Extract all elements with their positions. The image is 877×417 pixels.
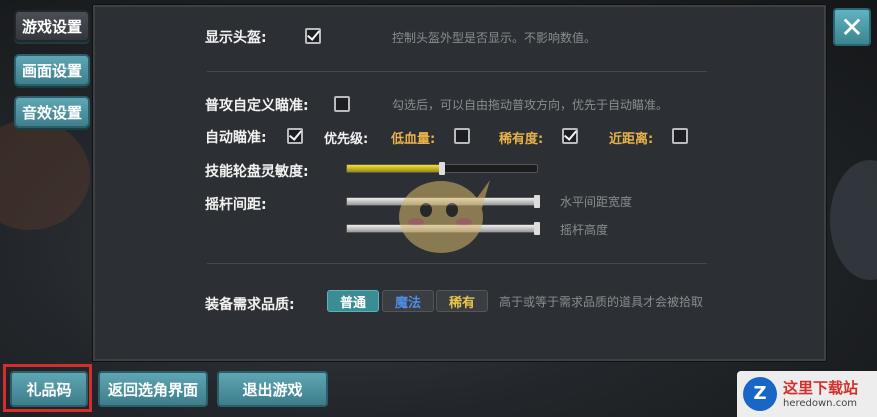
joystick-spacing-label: 摇杆间距: xyxy=(205,197,267,213)
back-to-character-select-button[interactable]: 返回选角界面 xyxy=(98,371,208,407)
custom-aim-label: 普攻自定义瞄准: xyxy=(205,98,309,114)
tab-audio-settings[interactable]: 音效设置 xyxy=(14,96,90,128)
slider-handle[interactable] xyxy=(534,195,540,208)
site-title: 这里下载站 xyxy=(783,379,859,397)
divider xyxy=(207,263,707,264)
show-helmet-hint: 控制头盔外型是否显示。不影响数值。 xyxy=(392,31,597,45)
auto-aim-label: 自动瞄准: xyxy=(205,130,267,146)
joystick-horizontal-hint: 水平间距宽度 xyxy=(560,195,633,209)
divider xyxy=(207,71,707,72)
custom-aim-checkbox[interactable] xyxy=(334,96,350,112)
nearest-label: 近距离: xyxy=(609,132,654,147)
priority-label: 优先级: xyxy=(324,132,369,147)
exit-game-button[interactable]: 退出游戏 xyxy=(217,371,328,407)
site-url: heredown.com xyxy=(783,398,858,409)
quality-common-button[interactable]: 普通 xyxy=(327,290,379,312)
game-background: 游戏设置 画面设置 音效设置 ✕ 显示头盔: 控制头盔外型是否显示。不影响数值。… xyxy=(0,0,877,417)
highlight-outline xyxy=(3,364,92,412)
site-watermark: Z 这里下载站 heredown.com xyxy=(737,371,877,417)
equipment-quality-hint: 高于或等于需求品质的道具才会被拾取 xyxy=(499,295,704,309)
auto-aim-checkbox[interactable] xyxy=(287,128,303,144)
site-logo-icon: Z xyxy=(743,377,777,411)
close-icon: ✕ xyxy=(840,10,864,44)
custom-aim-hint: 勾选后，可以自由拖动普攻方向，优先于自动瞄准。 xyxy=(392,98,669,112)
tab-game-settings[interactable]: 游戏设置 xyxy=(14,10,90,42)
close-button[interactable]: ✕ xyxy=(833,8,871,46)
low-hp-label: 低血量: xyxy=(391,132,436,147)
slider-handle[interactable] xyxy=(534,222,540,235)
show-helmet-label: 显示头盔: xyxy=(205,30,267,46)
wheel-sensitivity-label: 技能轮盘灵敏度: xyxy=(205,164,309,180)
tab-graphics-settings[interactable]: 画面设置 xyxy=(14,54,90,86)
quality-magic-button[interactable]: 魔法 xyxy=(382,290,434,312)
rarity-checkbox[interactable] xyxy=(562,128,578,144)
background-scene xyxy=(0,120,90,230)
joystick-height-hint: 摇杆高度 xyxy=(560,223,609,237)
rarity-label: 稀有度: xyxy=(499,132,544,147)
site-logo-letter: Z xyxy=(753,383,767,404)
nearest-checkbox[interactable] xyxy=(672,128,688,144)
low-hp-checkbox[interactable] xyxy=(454,128,470,144)
quality-rare-button[interactable]: 稀有 xyxy=(436,290,488,312)
equipment-quality-label: 装备需求品质: xyxy=(205,297,295,313)
show-helmet-checkbox[interactable] xyxy=(305,28,321,44)
mascot-watermark xyxy=(399,180,490,253)
background-scene xyxy=(830,160,877,280)
